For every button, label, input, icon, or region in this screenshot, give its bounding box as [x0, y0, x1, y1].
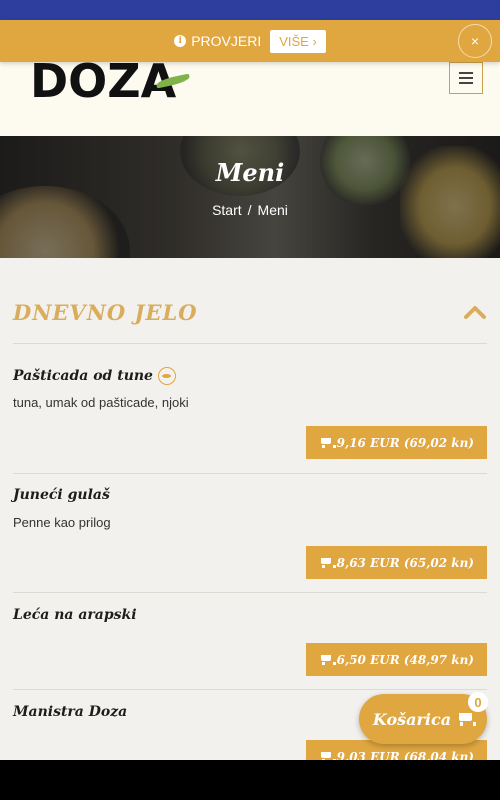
- more-button[interactable]: VIŠE ›: [270, 29, 326, 53]
- menu-item-name: Juneći gulaš: [13, 487, 110, 503]
- page-title: Meni: [215, 158, 285, 187]
- hamburger-icon: [459, 72, 473, 84]
- cart-icon: [457, 712, 477, 726]
- section-title[interactable]: DNEVNO JELO: [13, 300, 198, 325]
- menu-item-description: tuna, umak od pašticade, njoki: [13, 395, 189, 410]
- menu-item-name: Manistra Doza: [13, 704, 128, 720]
- promo-info: i PROVJERI: [174, 33, 261, 49]
- menu-toggle-button[interactable]: [449, 62, 483, 94]
- hero-banner: Meni Start / Meni: [0, 136, 500, 258]
- logo[interactable]: DOZA: [30, 54, 191, 108]
- promo-bar: i PROVJERI VIŠE › ×: [0, 20, 500, 62]
- cart-label: Košarica: [372, 709, 452, 729]
- chevron-up-icon[interactable]: [464, 304, 486, 320]
- fish-icon: [157, 367, 176, 385]
- system-navigation-bar: [0, 760, 500, 800]
- price-label: 8,63 EUR (65,02 kn): [336, 555, 474, 570]
- system-status-bar: [0, 0, 500, 20]
- breadcrumb-home-link[interactable]: Start: [212, 202, 242, 218]
- price-label: 6,50 EUR (48,97 kn): [336, 652, 474, 667]
- add-to-cart-button[interactable]: 9,16 EUR (69,02 kn): [305, 426, 487, 459]
- menu-item-name: Pašticada od tune: [13, 367, 176, 385]
- price-label: 9,16 EUR (69,02 kn): [336, 435, 474, 450]
- breadcrumb-separator: /: [247, 202, 252, 218]
- menu-content: DNEVNO JELO Pašticada od tune tuna, umak…: [0, 258, 500, 773]
- hero-overlay: [0, 136, 500, 258]
- menu-item-description: Penne kao prilog: [13, 515, 111, 530]
- divider: [13, 592, 487, 593]
- breadcrumb: Start / Meni: [0, 202, 500, 218]
- logo-text: DOZA: [30, 54, 177, 108]
- add-to-cart-button[interactable]: 6,50 EUR (48,97 kn): [305, 643, 487, 676]
- cart-icon: [319, 437, 336, 448]
- cart-count-badge: 0: [468, 692, 488, 712]
- menu-item-name: Leća na arapski: [13, 607, 137, 623]
- divider: [13, 473, 487, 474]
- cart-icon: [319, 654, 336, 665]
- breadcrumb-current: Meni: [257, 202, 288, 218]
- divider: [13, 689, 487, 690]
- menu-item-title: Pašticada od tune: [13, 368, 153, 384]
- divider: [13, 343, 487, 344]
- site-header: DOZA: [0, 54, 500, 136]
- close-promo-button[interactable]: ×: [458, 24, 492, 58]
- cart-button[interactable]: Košarica 0: [359, 692, 488, 744]
- info-icon: i: [174, 35, 187, 47]
- promo-label: PROVJERI: [191, 33, 262, 49]
- add-to-cart-button[interactable]: 8,63 EUR (65,02 kn): [305, 546, 487, 579]
- cart-icon: [319, 557, 336, 568]
